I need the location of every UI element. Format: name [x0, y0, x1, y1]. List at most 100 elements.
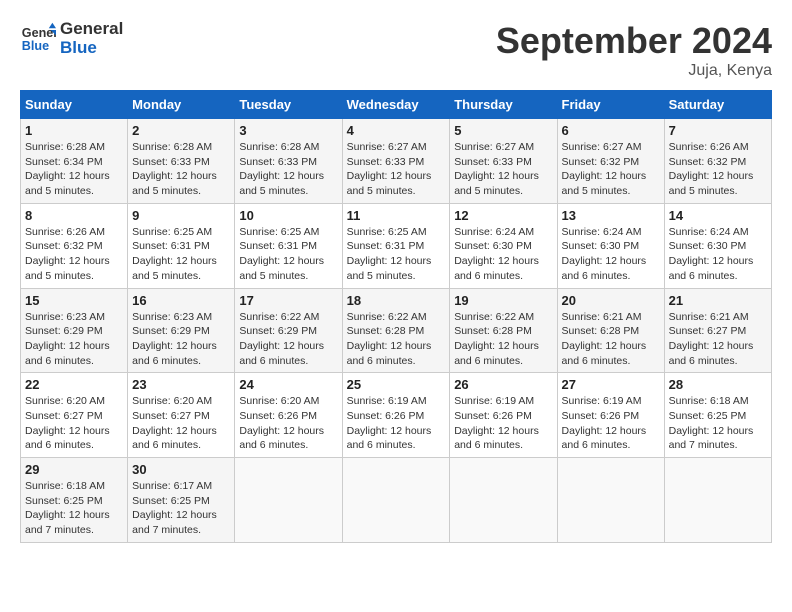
calendar-cell: 26 Sunrise: 6:19 AM Sunset: 6:26 PM Dayl…	[450, 373, 557, 458]
calendar-cell: 22 Sunrise: 6:20 AM Sunset: 6:27 PM Dayl…	[21, 373, 128, 458]
day-number: 11	[347, 208, 446, 223]
logo-icon: General Blue	[20, 21, 56, 57]
calendar-cell: 19 Sunrise: 6:22 AM Sunset: 6:28 PM Dayl…	[450, 288, 557, 373]
day-number: 9	[132, 208, 230, 223]
header-sunday: Sunday	[21, 91, 128, 119]
day-number: 7	[669, 123, 767, 138]
calendar-cell: 17 Sunrise: 6:22 AM Sunset: 6:29 PM Dayl…	[235, 288, 342, 373]
header-monday: Monday	[128, 91, 235, 119]
header-friday: Friday	[557, 91, 664, 119]
page-header: General Blue General Blue September 2024…	[20, 20, 772, 80]
day-number: 28	[669, 377, 767, 392]
calendar-week-row: 15 Sunrise: 6:23 AM Sunset: 6:29 PM Dayl…	[21, 288, 772, 373]
day-number: 14	[669, 208, 767, 223]
day-info: Sunrise: 6:25 AM Sunset: 6:31 PM Dayligh…	[132, 225, 230, 284]
calendar-cell: 14 Sunrise: 6:24 AM Sunset: 6:30 PM Dayl…	[664, 203, 771, 288]
day-info: Sunrise: 6:18 AM Sunset: 6:25 PM Dayligh…	[25, 479, 123, 538]
calendar-cell	[342, 458, 450, 543]
calendar-cell	[664, 458, 771, 543]
location: Juja, Kenya	[496, 62, 772, 80]
calendar-cell: 3 Sunrise: 6:28 AM Sunset: 6:33 PM Dayli…	[235, 119, 342, 204]
day-info: Sunrise: 6:24 AM Sunset: 6:30 PM Dayligh…	[454, 225, 552, 284]
calendar-week-row: 22 Sunrise: 6:20 AM Sunset: 6:27 PM Dayl…	[21, 373, 772, 458]
day-number: 2	[132, 123, 230, 138]
day-number: 16	[132, 293, 230, 308]
day-number: 25	[347, 377, 446, 392]
calendar-cell: 21 Sunrise: 6:21 AM Sunset: 6:27 PM Dayl…	[664, 288, 771, 373]
calendar-cell: 29 Sunrise: 6:18 AM Sunset: 6:25 PM Dayl…	[21, 458, 128, 543]
calendar-cell: 16 Sunrise: 6:23 AM Sunset: 6:29 PM Dayl…	[128, 288, 235, 373]
calendar-cell: 1 Sunrise: 6:28 AM Sunset: 6:34 PM Dayli…	[21, 119, 128, 204]
day-info: Sunrise: 6:19 AM Sunset: 6:26 PM Dayligh…	[562, 394, 660, 453]
calendar-cell: 25 Sunrise: 6:19 AM Sunset: 6:26 PM Dayl…	[342, 373, 450, 458]
calendar-cell: 10 Sunrise: 6:25 AM Sunset: 6:31 PM Dayl…	[235, 203, 342, 288]
day-number: 15	[25, 293, 123, 308]
day-info: Sunrise: 6:19 AM Sunset: 6:26 PM Dayligh…	[347, 394, 446, 453]
day-info: Sunrise: 6:21 AM Sunset: 6:27 PM Dayligh…	[669, 310, 767, 369]
calendar-cell: 9 Sunrise: 6:25 AM Sunset: 6:31 PM Dayli…	[128, 203, 235, 288]
calendar-cell: 4 Sunrise: 6:27 AM Sunset: 6:33 PM Dayli…	[342, 119, 450, 204]
day-info: Sunrise: 6:27 AM Sunset: 6:32 PM Dayligh…	[562, 140, 660, 199]
header-tuesday: Tuesday	[235, 91, 342, 119]
day-number: 21	[669, 293, 767, 308]
calendar-cell: 12 Sunrise: 6:24 AM Sunset: 6:30 PM Dayl…	[450, 203, 557, 288]
day-number: 3	[239, 123, 337, 138]
day-number: 24	[239, 377, 337, 392]
day-number: 8	[25, 208, 123, 223]
day-number: 23	[132, 377, 230, 392]
day-number: 19	[454, 293, 552, 308]
calendar-cell: 5 Sunrise: 6:27 AM Sunset: 6:33 PM Dayli…	[450, 119, 557, 204]
calendar-cell	[235, 458, 342, 543]
day-number: 12	[454, 208, 552, 223]
day-number: 10	[239, 208, 337, 223]
calendar-week-row: 1 Sunrise: 6:28 AM Sunset: 6:34 PM Dayli…	[21, 119, 772, 204]
day-info: Sunrise: 6:24 AM Sunset: 6:30 PM Dayligh…	[562, 225, 660, 284]
calendar-cell: 23 Sunrise: 6:20 AM Sunset: 6:27 PM Dayl…	[128, 373, 235, 458]
calendar-cell: 30 Sunrise: 6:17 AM Sunset: 6:25 PM Dayl…	[128, 458, 235, 543]
header-saturday: Saturday	[664, 91, 771, 119]
day-info: Sunrise: 6:28 AM Sunset: 6:33 PM Dayligh…	[239, 140, 337, 199]
day-info: Sunrise: 6:28 AM Sunset: 6:33 PM Dayligh…	[132, 140, 230, 199]
day-info: Sunrise: 6:20 AM Sunset: 6:27 PM Dayligh…	[132, 394, 230, 453]
day-info: Sunrise: 6:26 AM Sunset: 6:32 PM Dayligh…	[25, 225, 123, 284]
calendar-cell	[557, 458, 664, 543]
day-number: 13	[562, 208, 660, 223]
header-row: SundayMondayTuesdayWednesdayThursdayFrid…	[21, 91, 772, 119]
calendar-cell: 11 Sunrise: 6:25 AM Sunset: 6:31 PM Dayl…	[342, 203, 450, 288]
day-info: Sunrise: 6:25 AM Sunset: 6:31 PM Dayligh…	[239, 225, 337, 284]
svg-text:Blue: Blue	[22, 38, 49, 52]
day-info: Sunrise: 6:23 AM Sunset: 6:29 PM Dayligh…	[25, 310, 123, 369]
calendar-cell: 13 Sunrise: 6:24 AM Sunset: 6:30 PM Dayl…	[557, 203, 664, 288]
day-number: 6	[562, 123, 660, 138]
day-info: Sunrise: 6:22 AM Sunset: 6:29 PM Dayligh…	[239, 310, 337, 369]
calendar-cell: 6 Sunrise: 6:27 AM Sunset: 6:32 PM Dayli…	[557, 119, 664, 204]
day-number: 1	[25, 123, 123, 138]
day-number: 29	[25, 462, 123, 477]
day-info: Sunrise: 6:18 AM Sunset: 6:25 PM Dayligh…	[669, 394, 767, 453]
day-number: 17	[239, 293, 337, 308]
logo-line1: General	[60, 20, 123, 39]
day-info: Sunrise: 6:26 AM Sunset: 6:32 PM Dayligh…	[669, 140, 767, 199]
title-block: September 2024 Juja, Kenya	[496, 20, 772, 80]
calendar-cell: 18 Sunrise: 6:22 AM Sunset: 6:28 PM Dayl…	[342, 288, 450, 373]
header-thursday: Thursday	[450, 91, 557, 119]
day-info: Sunrise: 6:22 AM Sunset: 6:28 PM Dayligh…	[454, 310, 552, 369]
day-info: Sunrise: 6:24 AM Sunset: 6:30 PM Dayligh…	[669, 225, 767, 284]
day-number: 18	[347, 293, 446, 308]
day-info: Sunrise: 6:27 AM Sunset: 6:33 PM Dayligh…	[454, 140, 552, 199]
day-number: 30	[132, 462, 230, 477]
day-number: 26	[454, 377, 552, 392]
calendar-cell: 20 Sunrise: 6:21 AM Sunset: 6:28 PM Dayl…	[557, 288, 664, 373]
calendar-cell: 15 Sunrise: 6:23 AM Sunset: 6:29 PM Dayl…	[21, 288, 128, 373]
day-number: 22	[25, 377, 123, 392]
month-title: September 2024	[496, 20, 772, 62]
day-info: Sunrise: 6:17 AM Sunset: 6:25 PM Dayligh…	[132, 479, 230, 538]
day-number: 4	[347, 123, 446, 138]
day-number: 27	[562, 377, 660, 392]
logo: General Blue General Blue	[20, 20, 123, 57]
day-info: Sunrise: 6:27 AM Sunset: 6:33 PM Dayligh…	[347, 140, 446, 199]
header-wednesday: Wednesday	[342, 91, 450, 119]
calendar-cell: 2 Sunrise: 6:28 AM Sunset: 6:33 PM Dayli…	[128, 119, 235, 204]
calendar-cell	[450, 458, 557, 543]
day-info: Sunrise: 6:20 AM Sunset: 6:26 PM Dayligh…	[239, 394, 337, 453]
